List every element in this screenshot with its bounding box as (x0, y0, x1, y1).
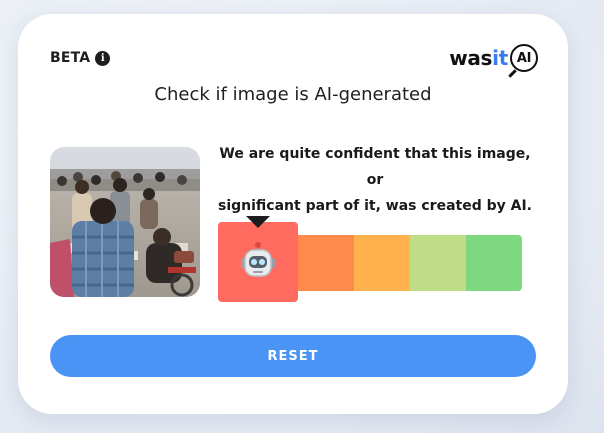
page-title: Check if image is AI-generated (154, 84, 432, 105)
meter-level-1-active (218, 216, 298, 302)
meter-level-3 (354, 235, 410, 291)
wasitai-logo[interactable]: was it AI (449, 44, 538, 72)
info-icon[interactable]: i (95, 50, 111, 66)
logo-ai-magnifier-icon: AI (510, 44, 538, 72)
beta-label: BETA i (50, 50, 111, 66)
result-card: BETA i was it AI Check if image is AI-gene… (18, 14, 568, 414)
robot-icon (241, 242, 275, 277)
verdict-line-1: We are quite confident that this image, … (219, 146, 531, 188)
uploaded-image-thumbnail (50, 147, 200, 297)
meter-level-5 (466, 235, 522, 291)
logo-prefix: was (449, 46, 493, 70)
verdict-text: We are quite confident that this image, … (210, 141, 540, 219)
logo-suffix: AI (516, 50, 532, 66)
beta-text: BETA (50, 50, 91, 66)
uploaded-photo (50, 147, 200, 297)
logo-highlight: it (492, 46, 508, 70)
meter-level-2 (298, 235, 354, 291)
reset-button[interactable]: RESET (50, 335, 536, 377)
meter-level-4 (410, 235, 466, 291)
meter-pointer-icon (246, 216, 270, 228)
